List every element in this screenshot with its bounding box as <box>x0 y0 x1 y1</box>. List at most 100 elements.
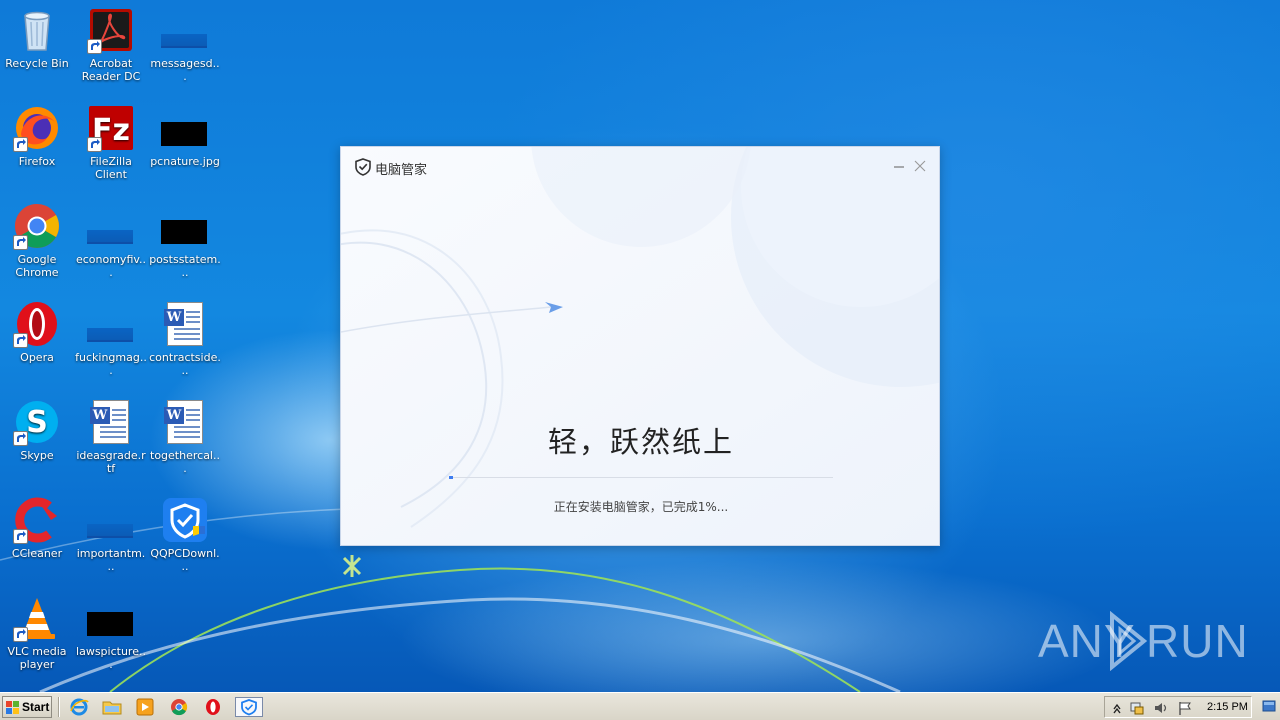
taskbar-media-player[interactable] <box>134 697 156 717</box>
desktop-icon-skype[interactable]: S Skype <box>0 398 74 462</box>
installer-slogan: 轻，跃然纸上 <box>547 425 734 459</box>
shortcut-arrow-icon <box>13 627 28 642</box>
desktop-icon-label: QQPCDownl... <box>150 547 220 573</box>
desktop-icon-label: fuckingmag... <box>75 351 147 377</box>
svg-text:S: S <box>26 405 48 440</box>
desktop-icon-recycle-bin[interactable]: Recycle Bin <box>0 6 74 70</box>
taskbar-chrome[interactable] <box>168 697 190 717</box>
desktop-icon-label: Skype <box>20 449 54 462</box>
shortcut-arrow-icon <box>13 235 28 250</box>
taskbar-explorer[interactable] <box>101 697 123 717</box>
desktop-icon-contractside[interactable]: W contractside... <box>148 300 222 377</box>
filezilla-icon: Fz <box>87 104 135 152</box>
taskbar-internet-explorer[interactable] <box>68 697 90 717</box>
desktop-icon-label: Opera <box>20 351 54 364</box>
shortcut-arrow-icon <box>87 137 102 152</box>
desktop-icon-label: pcnature.jpg <box>150 155 220 168</box>
desktop-icon-label: Recycle Bin <box>5 57 69 70</box>
install-status-text: 正在安装电脑管家，已完成1%... <box>553 500 729 514</box>
blue-image-file-icon <box>87 300 135 348</box>
installer-background-art <box>341 147 939 545</box>
play-triangle-icon <box>1110 611 1148 671</box>
desktop-icon-vlc[interactable]: VLC media player <box>0 594 74 671</box>
desktop-icon-fuckingmag[interactable]: fuckingmag... <box>74 300 148 377</box>
install-progress-bar <box>449 476 833 479</box>
black-image-file-icon <box>87 594 135 642</box>
shortcut-arrow-icon <box>13 333 28 348</box>
desktop-icon-label: Acrobat Reader DC <box>81 57 141 83</box>
desktop-icon-label: togethercal... <box>150 449 220 475</box>
action-center-icon[interactable] <box>1129 700 1145 716</box>
desktop-icon-label: ideasgrade.rtf <box>76 449 146 475</box>
desktop-icon-label: contractside... <box>149 351 221 377</box>
qqpc-installer-icon <box>161 496 209 544</box>
desktop-icon-label: economyfiv... <box>75 253 147 279</box>
media-player-icon <box>136 698 154 716</box>
desktop-icon-label: lawspicture... <box>76 645 146 671</box>
desktop-icon-acrobat[interactable]: Acrobat Reader DC <box>74 6 148 83</box>
volume-icon[interactable] <box>1153 700 1169 716</box>
close-icon <box>914 160 926 172</box>
desktop-icon-filezilla[interactable]: Fz FileZilla Client <box>74 104 148 181</box>
recycle-bin-icon <box>13 6 61 54</box>
close-button[interactable] <box>911 157 929 175</box>
desktop-icon-opera[interactable]: Opera <box>0 300 74 364</box>
shortcut-arrow-icon <box>13 431 28 446</box>
minimize-icon <box>894 166 904 168</box>
watermark-text-right: RUN <box>1146 615 1249 667</box>
desktop-icon-postsstatem[interactable]: postsstatem... <box>148 202 222 279</box>
shortcut-arrow-icon <box>87 39 102 54</box>
desktop-icon-pcnature[interactable]: pcnature.jpg <box>148 104 222 168</box>
desktop-icon-economyfiv[interactable]: economyfiv... <box>74 202 148 279</box>
installer-titlebar[interactable]: 电脑管家 <box>341 147 939 187</box>
black-image-file-icon <box>161 104 209 152</box>
blue-image-file-icon <box>87 202 135 250</box>
desktop-icon-label: Firefox <box>18 155 56 168</box>
installer-title: 电脑管家 <box>375 163 428 178</box>
taskbar-separator <box>58 697 60 717</box>
blue-image-file-icon <box>161 6 209 54</box>
windows-logo-icon <box>6 701 19 714</box>
desktop-icon-label: Google Chrome <box>15 253 59 279</box>
desktop-icon-label: VLC media player <box>7 645 67 671</box>
taskbar: Start 2:15 PM <box>0 692 1280 720</box>
qqpc-installer-icon <box>241 699 257 716</box>
firefox-icon <box>13 104 61 152</box>
word-document-icon: W <box>161 300 209 348</box>
show-desktop-icon[interactable] <box>1262 699 1276 713</box>
folder-icon <box>102 701 122 715</box>
opera-icon <box>13 300 61 348</box>
black-image-file-icon <box>161 202 209 250</box>
install-progress-fill <box>449 476 453 479</box>
vlc-icon <box>13 594 61 642</box>
start-button[interactable]: Start <box>2 696 52 718</box>
chrome-icon <box>171 699 188 716</box>
desktop-icon-firefox[interactable]: Firefox <box>0 104 74 168</box>
show-hidden-icons-chevron-icon[interactable] <box>1109 700 1125 716</box>
desktop-icon-qqpcdownl[interactable]: QQPCDownl... <box>148 496 222 573</box>
desktop-icon-label: postsstatem... <box>149 253 221 279</box>
desktop-icon-lawspicture[interactable]: lawspicture... <box>74 594 148 671</box>
word-document-icon: W <box>161 398 209 446</box>
network-flag-icon[interactable] <box>1177 700 1193 716</box>
desktop-icon-label: messagesd... <box>150 57 220 83</box>
desktop-icon-label: importantm... <box>76 547 146 573</box>
taskbar-qqpc-installer[interactable] <box>235 697 263 717</box>
desktop-icon-importantm[interactable]: importantm... <box>74 496 148 573</box>
acrobat-reader-icon <box>87 6 135 54</box>
shortcut-arrow-icon <box>13 529 28 544</box>
desktop-icon-messagesd[interactable]: messagesd... <box>148 6 222 83</box>
desktop-icon-ccleaner[interactable]: CCleaner <box>0 496 74 560</box>
desktop-icon-label: CCleaner <box>11 547 63 560</box>
minimize-button[interactable] <box>890 157 908 175</box>
desktop-icon-ideasgrade[interactable]: W ideasgrade.rtf <box>74 398 148 475</box>
taskbar-opera[interactable] <box>202 697 224 717</box>
desktop-icon-togethercal[interactable]: W togethercal... <box>148 398 222 475</box>
internet-explorer-icon <box>70 698 89 716</box>
desktop-icon-label: FileZilla Client <box>90 155 132 181</box>
word-document-icon: W <box>87 398 135 446</box>
shield-logo-icon <box>355 158 371 176</box>
taskbar-clock[interactable]: 2:15 PM <box>1207 701 1248 713</box>
desktop-icon-chrome[interactable]: Google Chrome <box>0 202 74 279</box>
installer-window[interactable]: 电脑管家 轻，跃然纸上 正在安装电脑管家，已完成1%... <box>340 146 940 546</box>
